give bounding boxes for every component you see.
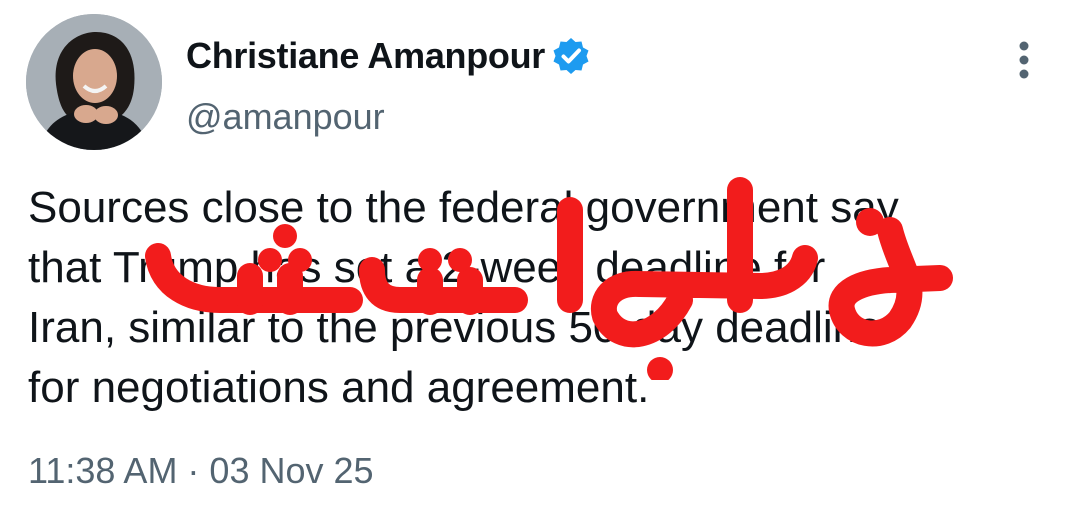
tweet-text-line: Iran, similar to the previous 50-day dea… (28, 303, 882, 352)
avatar[interactable] (26, 14, 162, 150)
tweet-text-line: Sources close to the federal government … (28, 183, 899, 232)
display-name[interactable]: Christiane Amanpour (186, 35, 545, 77)
tweet-text: Sources close to the federal government … (28, 178, 1068, 418)
avatar-photo (26, 14, 162, 150)
more-options-button[interactable] (1000, 36, 1048, 84)
tweet-text-line: for negotiations and agreement. (28, 363, 650, 412)
display-name-row: Christiane Amanpour (186, 30, 591, 82)
tweet-text-line: that Trump has set a 2-week deadline for (28, 243, 826, 292)
tweet-timestamp[interactable]: 11:38 AM · 03 Nov 25 (28, 450, 374, 492)
user-handle[interactable]: @amanpour (186, 96, 385, 138)
tweet-card: Christiane Amanpour @amanpour Sources cl… (0, 0, 1080, 520)
verified-badge-icon (551, 36, 591, 76)
more-vertical-icon (1019, 41, 1029, 79)
